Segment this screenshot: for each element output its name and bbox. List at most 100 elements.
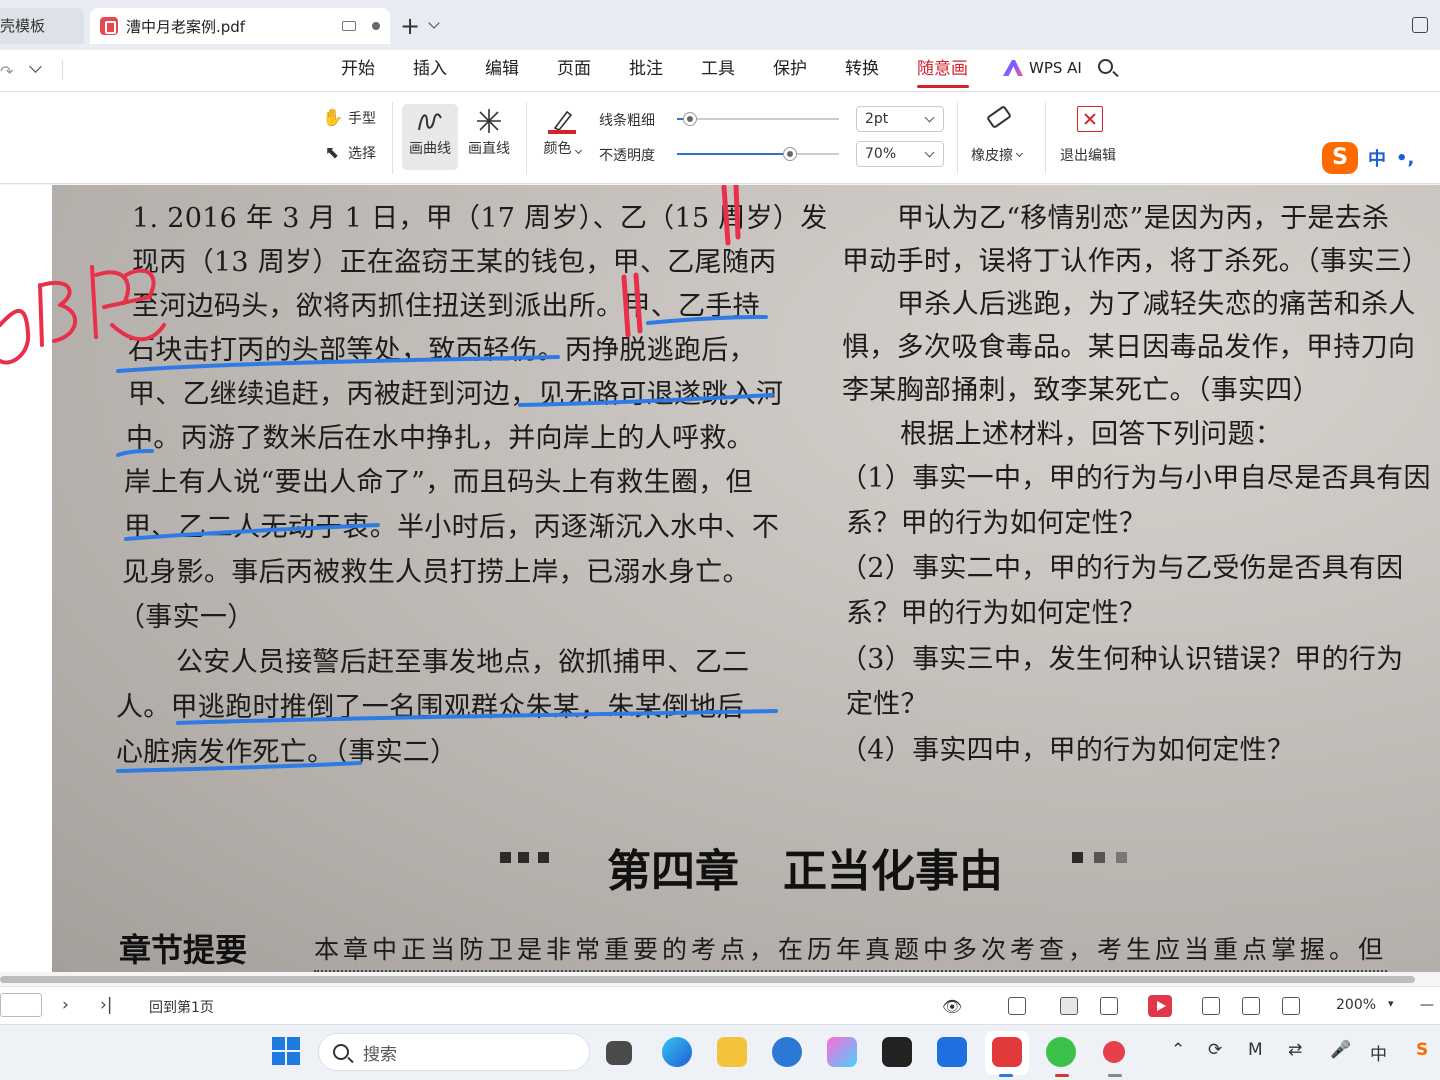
menu-convert[interactable]: 转换 — [845, 58, 879, 80]
left-line: 甲、乙二人无动于衷。半小时后，丙逐渐沉入水中、不 — [124, 512, 780, 543]
ink-red-handwriting — [0, 309, 31, 365]
document-viewport[interactable]: 1. 2016 年 3 月 1 日，甲（17 周岁）、乙（15 周岁）发 现丙（… — [0, 185, 1440, 972]
wps-office-icon[interactable] — [992, 1037, 1022, 1067]
thickness-slider-knob[interactable] — [683, 112, 697, 126]
pdf-page[interactable]: 1. 2016 年 3 月 1 日，甲（17 周岁）、乙（15 周岁）发 现丙（… — [52, 185, 1440, 972]
back-to-first-page-link[interactable]: 回到第1页 — [149, 997, 214, 1017]
left-line: 见身影。事后丙被救生人员打捞上岸，已溺水身亡。 — [122, 557, 750, 588]
new-tab-plus-icon[interactable]: + — [400, 14, 420, 38]
menu-home[interactable]: 开始 — [341, 58, 375, 80]
screen-record-icon[interactable] — [1103, 1041, 1125, 1063]
tab-template[interactable]: 壳模板 — [0, 8, 84, 44]
photos-app-icon[interactable] — [827, 1037, 857, 1067]
left-line: 1. 2016 年 3 月 1 日，甲（17 周岁）、乙（15 周岁）发 — [132, 203, 828, 234]
thickness-dropdown[interactable]: 2pt — [856, 106, 944, 132]
redo-icon[interactable]: ↷ — [0, 62, 13, 81]
unsaved-dot-icon[interactable] — [372, 22, 380, 30]
draw-curve-label: 画曲线 — [409, 141, 451, 157]
next-page-icon[interactable]: › — [62, 995, 69, 1015]
horizontal-scrollbar-thumb[interactable] — [0, 976, 1415, 983]
page-number-input[interactable] — [0, 993, 42, 1017]
tray-sync-icon[interactable]: ⟳ — [1208, 1040, 1222, 1060]
monitor-icon[interactable] — [342, 21, 356, 31]
draw-straight-label: 画直线 — [468, 141, 510, 157]
browser-app-icon[interactable] — [772, 1037, 802, 1067]
single-page-icon[interactable] — [1008, 997, 1026, 1015]
menu-tools[interactable]: 工具 — [701, 58, 735, 80]
left-line: 现丙（13 周岁）正在盗窃王某的钱包，甲、乙尾随丙 — [132, 247, 777, 278]
two-page-icon[interactable] — [1100, 997, 1118, 1015]
continuous-page-icon[interactable] — [1060, 997, 1078, 1015]
exit-edit-button[interactable]: 退出编辑 — [1060, 145, 1116, 165]
wps-ai-label: WPS AI — [1029, 59, 1082, 77]
menu-protect[interactable]: 保护 — [773, 58, 807, 80]
tray-sliders-icon[interactable]: ⇄ — [1288, 1040, 1302, 1060]
tab-list-chevron-icon[interactable] — [428, 17, 440, 29]
last-page-icon[interactable]: ›| — [100, 995, 113, 1015]
right-line: 根据上述材料，回答下列问题： — [900, 419, 1283, 450]
tab-active-document[interactable]: 漕中月老案例.pdf — [90, 8, 390, 44]
thickness-label: 线条粗细 — [599, 113, 655, 129]
tray-microphone-icon[interactable]: 🎤 — [1330, 1040, 1351, 1060]
ime-floating-bar[interactable]: S 中 •, — [1322, 140, 1440, 176]
status-bar: › ›| 回到第1页 👁 200% ▾ — — [0, 986, 1440, 1024]
eye-view-icon[interactable]: 👁 — [942, 997, 962, 1016]
left-line: 人。甲逃跑时推倒了一名围观群众朱某，朱某倒地后 — [116, 692, 744, 723]
security-app-icon[interactable] — [937, 1037, 967, 1067]
tray-chevron-up-icon[interactable]: ⌃ — [1171, 1040, 1185, 1060]
tray-app-icon[interactable]: M — [1248, 1040, 1263, 1060]
horizontal-scrollbar[interactable] — [0, 972, 1440, 986]
pdf-icon — [100, 17, 118, 35]
play-slideshow-icon[interactable] — [1148, 995, 1172, 1017]
hand-tool-button[interactable]: ✋ 手型 — [322, 108, 376, 128]
tray-ime-indicator[interactable]: 中 — [1370, 1040, 1387, 1065]
file-explorer-icon[interactable] — [717, 1037, 747, 1067]
draw-curve-button[interactable]: 画曲线 — [404, 104, 456, 158]
windows-start-icon[interactable] — [272, 1037, 300, 1065]
right-line: 甲动手时，误将丁认作丙，将丁杀死。（事实三） — [842, 246, 1430, 277]
zoom-chevron-icon[interactable]: ▾ — [1388, 997, 1394, 1010]
search-icon[interactable] — [1098, 59, 1113, 74]
thickness-slider[interactable] — [677, 112, 839, 126]
pen-color-swatch — [548, 130, 576, 134]
draw-straight-button[interactable]: 画直线 — [463, 104, 515, 158]
left-line: 至河边码头，欲将丙抓住扭送到派出所。甲、乙手持 — [132, 291, 760, 322]
wps-ai-button[interactable]: WPS AI — [1003, 59, 1082, 77]
menu-edit[interactable]: 编辑 — [485, 58, 519, 80]
select-tool-label: 选择 — [348, 146, 376, 162]
rotate-page-icon[interactable] — [1282, 997, 1300, 1015]
ribbon-divider — [1045, 102, 1046, 174]
fit-width-icon[interactable] — [1202, 997, 1220, 1015]
right-line: 甲认为乙“移情别恋”是因为丙，于是去杀 — [897, 203, 1390, 234]
eraser-button[interactable]: 橡皮擦 — [971, 145, 1024, 165]
opacity-dropdown[interactable]: 70% — [856, 141, 944, 167]
window-restore-icon[interactable] — [1412, 17, 1428, 33]
menu-annotate[interactable]: 批注 — [629, 58, 663, 80]
tray-sogou-icon[interactable]: S — [1416, 1040, 1428, 1060]
right-line: 惧，多次吸食毒品。某日因毒品发作，甲持刀向 — [842, 332, 1416, 363]
running-indicator — [1108, 1074, 1122, 1077]
zoom-out-icon[interactable]: — — [1420, 997, 1434, 1013]
right-line: 系？甲的行为如何定性？ — [846, 508, 1147, 539]
edge-browser-icon[interactable] — [662, 1037, 692, 1067]
ime-punctuation[interactable]: •, — [1396, 148, 1414, 169]
right-line: 定性？ — [846, 689, 928, 720]
chapter-square-decoration — [538, 852, 549, 863]
ribbon-divider — [957, 102, 958, 174]
zoom-level[interactable]: 200% — [1336, 997, 1376, 1013]
task-view-icon[interactable] — [606, 1041, 632, 1065]
opacity-slider[interactable] — [677, 147, 839, 161]
select-tool-button[interactable]: ⬉ 选择 — [322, 143, 376, 163]
quick-access-chevron-icon[interactable] — [29, 60, 42, 73]
menu-freehand[interactable]: 随意画 — [917, 58, 968, 80]
exit-edit-icon[interactable] — [1077, 106, 1103, 132]
fit-page-icon[interactable] — [1242, 997, 1260, 1015]
menu-insert[interactable]: 插入 — [413, 58, 447, 80]
opacity-slider-knob[interactable] — [783, 147, 797, 161]
menu-page[interactable]: 页面 — [557, 58, 591, 80]
ime-language[interactable]: 中 — [1368, 145, 1386, 171]
menu-divider — [62, 60, 63, 80]
wechat-icon[interactable] — [1046, 1037, 1076, 1067]
taskbar-search-box[interactable]: 搜索 — [318, 1033, 590, 1071]
recorder-app-icon[interactable] — [882, 1037, 912, 1067]
